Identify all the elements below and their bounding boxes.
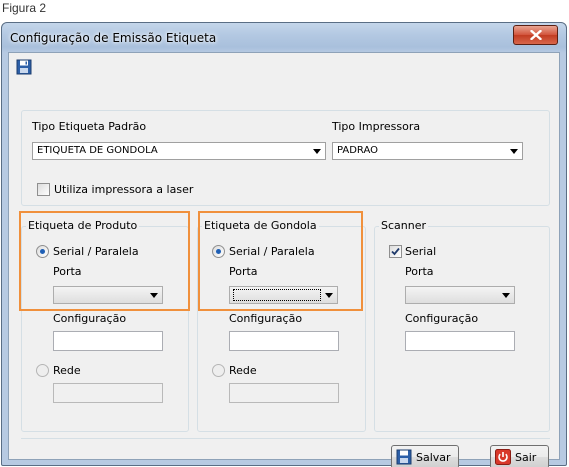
check-icon [391, 247, 400, 256]
close-button[interactable] [513, 25, 558, 45]
produto-porta-select[interactable] [53, 286, 163, 304]
chevron-down-icon [325, 293, 333, 298]
focus-rectangle [233, 289, 321, 301]
scanner-porta-label: Porta [405, 265, 434, 278]
tipo-etiqueta-value: ETIQUETA DE GONDOLA [37, 145, 158, 156]
gondola-porta-label: Porta [229, 265, 258, 278]
scanner-title: Scanner [379, 219, 429, 232]
save-button[interactable]: Salvar [391, 445, 459, 467]
dialog-client-area: Tipo Etiqueta Padrão ETIQUETA DE GONDOLA… [8, 52, 560, 467]
save-icon [396, 449, 412, 465]
gondola-rede-radio[interactable] [212, 364, 225, 377]
produto-serial-radio[interactable] [36, 245, 49, 258]
chevron-down-icon [150, 293, 158, 298]
tipo-impressora-label: Tipo Impressora [332, 120, 421, 133]
window-title: Configuração de Emissão Etiqueta [10, 31, 217, 45]
power-icon [495, 449, 511, 465]
chevron-down-icon [510, 149, 518, 154]
produto-rede-field[interactable] [53, 383, 163, 403]
exit-button-label: Sair [515, 450, 537, 464]
gondola-porta-select[interactable] [229, 286, 338, 304]
chevron-down-icon [502, 293, 510, 298]
produto-rede-label: Rede [53, 364, 81, 377]
gondola-config-field[interactable] [229, 331, 339, 351]
scanner-serial-label: Serial [405, 245, 437, 258]
figure-caption: Figura 2 [2, 1, 47, 15]
produto-config-label: Configuração [53, 312, 127, 325]
tipo-etiqueta-label: Tipo Etiqueta Padrão [32, 120, 147, 133]
tipo-impressora-select[interactable]: PADRAO [332, 142, 523, 160]
gondola-rede-field[interactable] [229, 383, 339, 403]
gondola-serial-radio[interactable] [212, 245, 225, 258]
tipo-etiqueta-select[interactable]: ETIQUETA DE GONDOLA [32, 142, 326, 160]
produto-porta-label: Porta [53, 265, 82, 278]
produto-serial-label: Serial / Paralela [53, 245, 139, 258]
scanner-porta-select[interactable] [405, 286, 515, 304]
gondola-config-label: Configuração [229, 312, 303, 325]
scanner-serial-checkbox[interactable] [389, 245, 402, 258]
save-icon[interactable] [16, 59, 32, 75]
laser-checkbox[interactable] [37, 183, 50, 196]
scanner-config-field[interactable] [405, 331, 515, 351]
scanner-config-label: Configuração [405, 312, 479, 325]
exit-button[interactable]: Sair [490, 445, 549, 467]
produto-config-field[interactable] [53, 331, 163, 351]
save-button-label: Salvar [416, 450, 451, 464]
close-icon [529, 30, 542, 40]
gondola-serial-label: Serial / Paralela [229, 245, 315, 258]
laser-checkbox-label: Utiliza impressora a laser [54, 183, 194, 196]
gondola-rede-label: Rede [229, 364, 257, 377]
produto-rede-radio[interactable] [36, 364, 49, 377]
dialog-window: Configuração de Emissão Etiqueta Tipo Et… [1, 22, 567, 467]
tipo-impressora-value: PADRAO [337, 145, 379, 156]
button-bar-divider [21, 438, 550, 439]
chevron-down-icon [313, 149, 321, 154]
